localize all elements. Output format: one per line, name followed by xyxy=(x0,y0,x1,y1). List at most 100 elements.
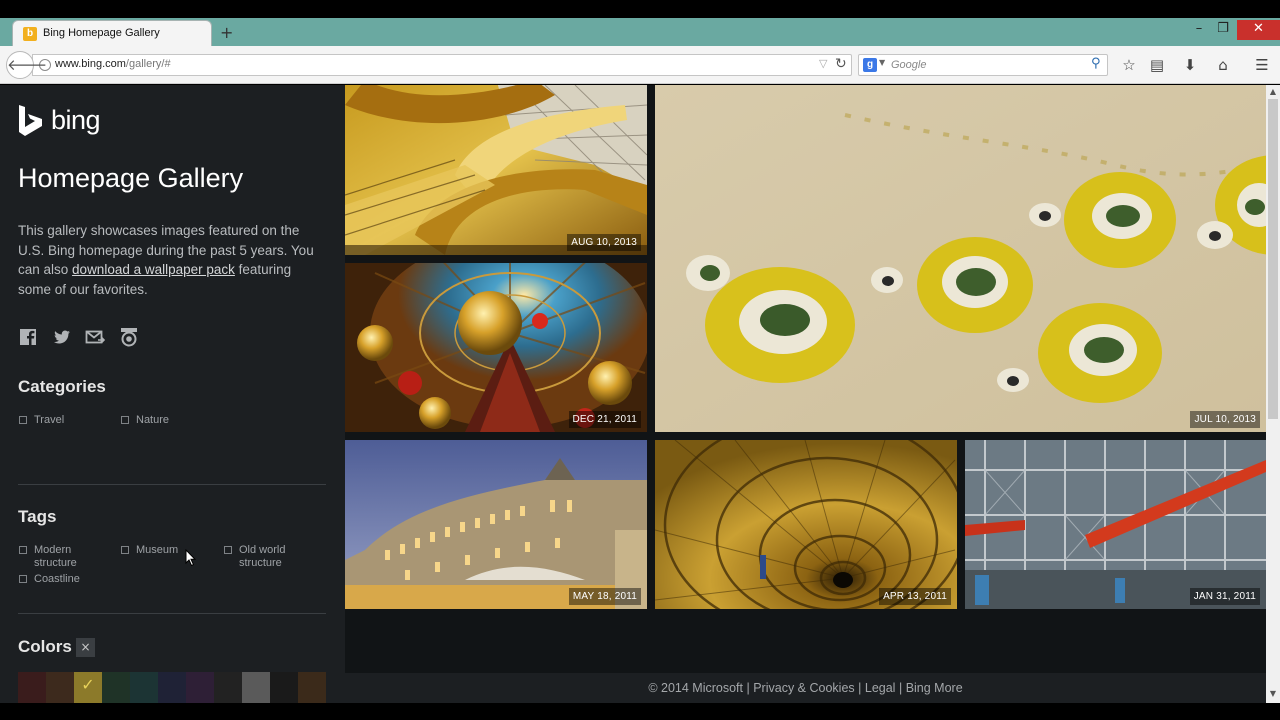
legal-link[interactable]: Legal xyxy=(865,681,896,695)
download-icon[interactable]: ⬇ xyxy=(1180,55,1200,75)
color-swatch[interactable] xyxy=(186,672,214,703)
url-domain: www.bing.com xyxy=(55,58,126,70)
tile-date: MAY 18, 2011 xyxy=(568,588,641,605)
email-icon[interactable] xyxy=(85,327,105,347)
checkbox-label: Travel xyxy=(34,414,65,426)
checkbox-box xyxy=(224,546,232,554)
section-divider xyxy=(18,613,326,614)
scroll-up-icon[interactable]: ▲ xyxy=(1266,85,1280,99)
footer-separator: | xyxy=(746,681,750,695)
tile-date: APR 13, 2011 xyxy=(879,588,951,605)
color-swatch[interactable] xyxy=(130,672,158,703)
close-window-button[interactable]: ✕ xyxy=(1237,20,1280,40)
gallery-tile[interactable]: DEC 21, 2011 xyxy=(345,263,647,432)
categories-heading: Categories xyxy=(18,377,106,396)
back-arrow-icon: 🡐 xyxy=(7,56,48,74)
color-swatch[interactable] xyxy=(158,672,186,703)
staircase-photo xyxy=(345,85,647,255)
category-nature-checkbox[interactable]: Nature xyxy=(121,414,169,427)
gallery-tile[interactable]: APR 13, 2011 xyxy=(655,440,957,609)
gallery-tile[interactable]: JAN 31, 2011 xyxy=(965,440,1266,609)
bing-b-icon xyxy=(19,105,42,136)
bing-more-link[interactable]: Bing More xyxy=(906,681,963,695)
color-swatch[interactable] xyxy=(270,672,298,703)
color-swatch[interactable] xyxy=(298,672,326,703)
screen-bottom-bar xyxy=(0,703,1280,720)
privacy-cookies-link[interactable]: Privacy & Cookies xyxy=(753,681,854,695)
search-placeholder: Google xyxy=(891,59,927,71)
browser-tab[interactable]: b Bing Homepage Gallery xyxy=(12,20,212,46)
home-icon[interactable]: ⌂ xyxy=(1213,55,1233,75)
mouse-cursor-icon xyxy=(185,549,197,567)
gallery-description: This gallery showcases images featured o… xyxy=(18,221,318,300)
tab-title: Bing Homepage Gallery xyxy=(43,27,160,39)
address-bar[interactable]: www.bing.com/gallery/# ▽ ↻ xyxy=(32,54,852,76)
vertical-scrollbar[interactable]: ▲ ▼ xyxy=(1266,85,1280,703)
tag-coastline-checkbox[interactable]: Coastline xyxy=(19,573,99,586)
gallery-tile[interactable]: MAY 18, 2011 xyxy=(345,440,647,609)
color-swatch[interactable] xyxy=(102,672,130,703)
engine-dropdown-icon[interactable]: ▼ xyxy=(879,58,885,67)
google-engine-icon[interactable]: g xyxy=(863,58,877,72)
bing-favicon-icon: b xyxy=(23,27,37,41)
gallery-sidebar: bing Homepage Gallery This gallery showc… xyxy=(0,85,345,703)
museum-building-photo xyxy=(345,440,647,609)
minimize-button[interactable]: – xyxy=(1188,20,1210,40)
checkbox-box xyxy=(121,546,129,554)
color-swatch[interactable] xyxy=(18,672,46,703)
checkbox-box xyxy=(19,546,27,554)
checkbox-box xyxy=(19,575,27,583)
tags-heading: Tags xyxy=(18,507,57,526)
url-text: www.bing.com/gallery/# xyxy=(55,58,171,70)
desert-islands-photo xyxy=(655,85,1266,432)
spiral-staircase-photo xyxy=(655,440,957,609)
tile-date: DEC 21, 2011 xyxy=(568,411,641,428)
new-tab-button[interactable]: + xyxy=(220,23,233,42)
tile-date: AUG 10, 2013 xyxy=(567,234,641,251)
color-swatches: ✓ xyxy=(18,672,326,703)
copyright-text: © 2014 Microsoft xyxy=(648,681,743,695)
category-travel-checkbox[interactable]: Travel xyxy=(19,414,64,427)
screen-top-bar xyxy=(0,0,1280,18)
color-swatch[interactable] xyxy=(242,672,270,703)
scroll-thumb[interactable] xyxy=(1268,99,1278,419)
reading-list-icon[interactable]: ▤ xyxy=(1147,55,1167,75)
maximize-button[interactable]: ❐ xyxy=(1212,20,1234,40)
checkbox-label: Modern structure xyxy=(34,544,77,569)
gallery-tile[interactable]: JUL 10, 2013 xyxy=(655,85,1266,432)
scroll-down-icon[interactable]: ▼ xyxy=(1266,687,1280,701)
back-button[interactable]: 🡐 xyxy=(6,51,47,79)
star-icon[interactable]: ☆ xyxy=(1119,55,1139,75)
section-divider xyxy=(18,484,326,485)
tag-old-world-structure-checkbox[interactable]: Old world structure xyxy=(224,544,314,569)
bing-wordmark: bing xyxy=(51,105,101,135)
gallery-grid: AUG 10, 2013 DEC 21, 2011 JUL 10, 2013 M… xyxy=(345,85,1266,673)
search-go-icon[interactable]: ⚲ xyxy=(1091,56,1101,71)
menu-icon[interactable]: ☰ xyxy=(1252,55,1272,75)
footer-separator: | xyxy=(898,681,903,695)
clear-colors-button[interactable]: × xyxy=(76,638,95,657)
checkbox-label: Old world structure xyxy=(239,544,286,569)
checkbox-box xyxy=(19,416,27,424)
color-swatch[interactable]: ✓ xyxy=(74,672,102,703)
checkbox-label: Coastline xyxy=(34,573,80,585)
checkbox-box xyxy=(121,416,129,424)
page-footer: © 2014 Microsoft | Privacy & Cookies | L… xyxy=(345,673,1266,703)
rss-icon[interactable] xyxy=(119,327,139,347)
search-bar[interactable]: g ▼ Google ⚲ xyxy=(858,54,1108,76)
tile-date: JAN 31, 2011 xyxy=(1189,588,1260,605)
tag-modern-structure-checkbox[interactable]: Modern structure xyxy=(19,544,99,569)
reload-icon[interactable]: ↻ xyxy=(835,56,847,72)
twitter-icon[interactable] xyxy=(52,327,72,347)
color-swatch[interactable] xyxy=(46,672,74,703)
color-swatch[interactable] xyxy=(214,672,242,703)
url-history-dropdown-icon[interactable]: ▽ xyxy=(819,57,827,70)
page-title: Homepage Gallery xyxy=(18,163,244,193)
gallery-tile[interactable]: AUG 10, 2013 xyxy=(345,85,647,255)
pompidou-facade-photo xyxy=(965,440,1266,609)
colors-heading: Colors xyxy=(18,637,72,656)
facebook-icon[interactable] xyxy=(19,327,39,347)
wallpaper-pack-link[interactable]: download a wallpaper pack xyxy=(72,262,235,277)
tab-strip: b Bing Homepage Gallery + – ❐ ✕ xyxy=(0,18,1280,46)
tile-date: JUL 10, 2013 xyxy=(1190,411,1260,428)
